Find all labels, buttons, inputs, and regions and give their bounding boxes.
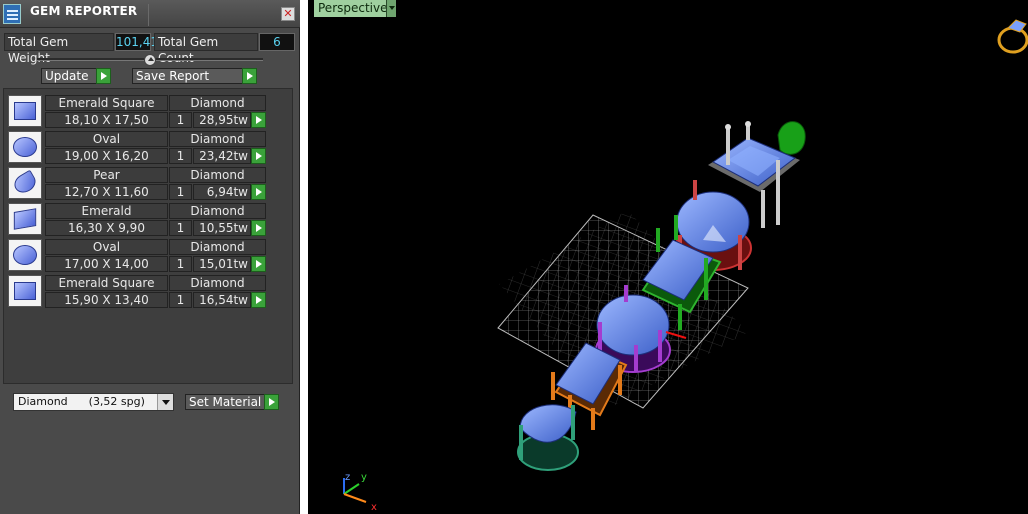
play-icon[interactable] [251,256,266,272]
gem-row[interactable]: Emerald Diamond 16,30 X 9,90 1 10,55tw [8,203,268,237]
gem-material: Diamond [169,95,266,111]
total-gem-weight-label: Total Gem Weight [4,33,114,65]
gem-size: 18,10 X 17,50 [45,112,168,128]
title-separator [148,4,149,26]
update-button[interactable]: Update [41,68,111,84]
viewport-view-tab[interactable]: Perspective [314,0,390,17]
gem-weight: 28,95tw [193,112,251,128]
gem-name: Pear [45,167,168,183]
play-icon[interactable] [251,112,266,128]
gem-row[interactable]: Emerald Square Diamond 15,90 X 13,40 1 1… [8,275,268,309]
update-button-label: Update [45,69,89,83]
axis-y-label: y [361,472,367,483]
3d-scene[interactable]: z y x [308,0,1028,514]
gem-qty: 1 [169,256,192,272]
gem-setting[interactable] [517,404,579,471]
gem-row[interactable]: Pear Diamond 12,70 X 11,60 1 6,94tw [8,167,268,201]
total-gem-count-value: 6 [259,33,295,51]
set-material-button[interactable]: Set Material [185,394,279,410]
gem-size: 19,00 X 16,20 [45,148,168,164]
gem-material: Diamond [169,167,266,183]
axis-z-label: z [345,472,350,483]
oval-gem-icon [8,239,42,271]
ring-icon[interactable] [997,19,1028,54]
gem-weight: 6,94tw [193,184,251,200]
gem-size: 12,70 X 11,60 [45,184,168,200]
gem-reporter-app-icon [3,4,21,24]
play-icon [96,68,111,84]
gem-material: Diamond [169,203,266,219]
gem-reporter-panel: GEM REPORTER ✕ Total Gem Weight 101,41 T… [0,0,300,514]
gem-name: Oval [45,239,168,255]
gem-material: Diamond [169,131,266,147]
material-select[interactable]: Diamond (3,52 spg) [13,393,174,411]
pear-gem-icon [8,167,42,199]
gem-name: Emerald Square [45,275,168,291]
panel-divider[interactable] [300,0,308,514]
slider-knob[interactable] [144,54,156,66]
gem-row[interactable]: Emerald Square Diamond 18,10 X 17,50 1 2… [8,95,268,129]
emerald-square-gem-icon [8,95,42,127]
gem-weight: 10,55tw [193,220,251,236]
total-gem-count-label: Total Gem Count [154,33,258,65]
gem-qty: 1 [169,292,192,308]
gem-size: 17,00 X 14,00 [45,256,168,272]
gem-name: Oval [45,131,168,147]
bail [777,121,806,155]
gem-weight: 23,42tw [193,148,251,164]
save-report-button-label: Save Report [136,69,210,83]
play-icon[interactable] [251,148,266,164]
oval-gem-icon [8,131,42,163]
set-material-button-label: Set Material [189,395,262,409]
gem-material: Diamond [169,275,266,291]
material-select-value: Diamond (3,52 spg) [18,395,145,408]
perspective-viewport[interactable]: z y x Perspective [308,0,1028,514]
save-report-button[interactable]: Save Report [132,68,257,84]
play-icon [264,394,279,410]
total-gem-weight-value: 101,41 [115,33,158,51]
panel-titlebar: GEM REPORTER ✕ [0,0,300,28]
axis-x-label: x [371,502,377,513]
gem-size: 15,90 X 13,40 [45,292,168,308]
axis-gizmo: z y x [343,472,377,513]
gem-qty: 1 [169,148,192,164]
gem-row[interactable]: Oval Diamond 17,00 X 14,00 1 15,01tw [8,239,268,273]
emerald-square-gem-icon [8,275,42,307]
play-icon[interactable] [251,184,266,200]
gem-name: Emerald Square [45,95,168,111]
gem-qty: 1 [169,184,192,200]
play-icon[interactable] [251,292,266,308]
gem-row[interactable]: Oval Diamond 19,00 X 16,20 1 23,42tw [8,131,268,165]
gem-weight: 16,54tw [193,292,251,308]
chevron-down-icon[interactable] [386,0,396,17]
emerald-gem-icon [8,203,42,235]
gem-weight: 15,01tw [193,256,251,272]
play-icon[interactable] [251,220,266,236]
gem-material: Diamond [169,239,266,255]
play-icon [242,68,257,84]
close-icon[interactable]: ✕ [281,7,295,21]
gem-qty: 1 [169,112,192,128]
gem-qty: 1 [169,220,192,236]
gem-name: Emerald [45,203,168,219]
gem-size: 16,30 X 9,90 [45,220,168,236]
chevron-down-icon[interactable] [157,394,173,410]
panel-title: GEM REPORTER [30,4,138,18]
